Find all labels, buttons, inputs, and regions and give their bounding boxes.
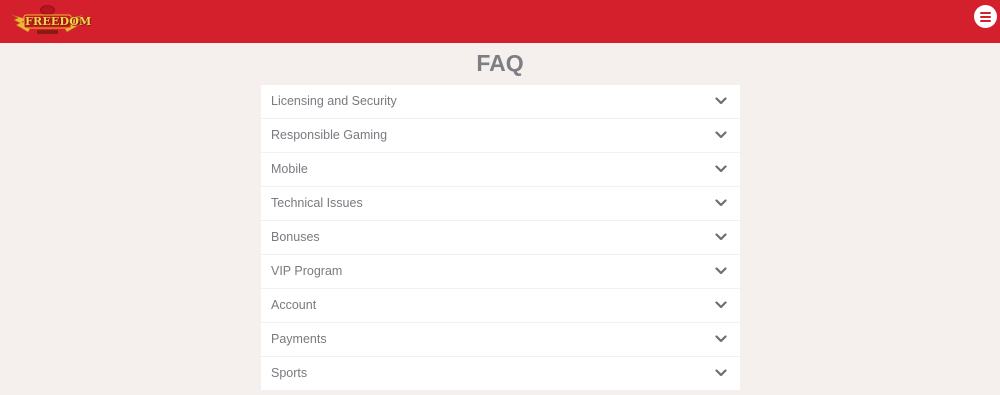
hamburger-menu-icon-bar <box>980 16 991 18</box>
faq-accordion: Licensing and Security Responsible Gaming… <box>261 85 740 391</box>
chevron-down-icon[interactable] <box>715 164 727 174</box>
faq-item[interactable]: Account <box>261 289 740 322</box>
hamburger-menu-icon-bar <box>980 20 991 22</box>
faq-item[interactable]: Technical Issues <box>261 187 740 220</box>
faq-item[interactable]: Bonuses <box>261 221 740 254</box>
chevron-down-icon[interactable] <box>715 334 727 344</box>
faq-item[interactable]: Responsible Gaming <box>261 119 740 152</box>
faq-item-label: Licensing and Security <box>271 94 397 108</box>
faq-item[interactable]: Sports <box>261 357 740 390</box>
faq-item-label: Account <box>271 298 317 312</box>
top-header: FREEDOM <box>0 0 1000 43</box>
faq-item-label: Payments <box>271 332 327 346</box>
chevron-down-icon[interactable] <box>715 266 727 276</box>
chevron-down-icon[interactable] <box>715 368 727 378</box>
faq-item-label: Responsible Gaming <box>271 128 388 142</box>
chevron-down-icon[interactable] <box>715 300 727 310</box>
hamburger-menu-button[interactable] <box>974 5 997 28</box>
freedom-casino-logo[interactable]: FREEDOM <box>10 5 92 39</box>
chevron-down-icon[interactable] <box>715 96 727 106</box>
faq-item-label: Mobile <box>271 162 308 176</box>
faq-item[interactable]: Licensing and Security <box>261 85 740 118</box>
faq-item-label: VIP Program <box>271 264 343 278</box>
faq-item-label: Sports <box>271 366 308 380</box>
page-title: FAQ <box>476 50 524 76</box>
faq-item-label: Bonuses <box>271 230 320 244</box>
chevron-down-icon[interactable] <box>715 198 727 208</box>
chevron-down-icon[interactable] <box>715 232 727 242</box>
hamburger-menu-icon <box>980 12 991 14</box>
faq-item[interactable]: Payments <box>261 323 740 356</box>
faq-item[interactable]: Mobile <box>261 153 740 186</box>
chevron-down-icon[interactable] <box>715 130 727 140</box>
faq-item[interactable]: VIP Program <box>261 255 740 288</box>
faq-item-label: Technical Issues <box>271 196 363 210</box>
logo-text: FREEDOM <box>25 15 92 28</box>
